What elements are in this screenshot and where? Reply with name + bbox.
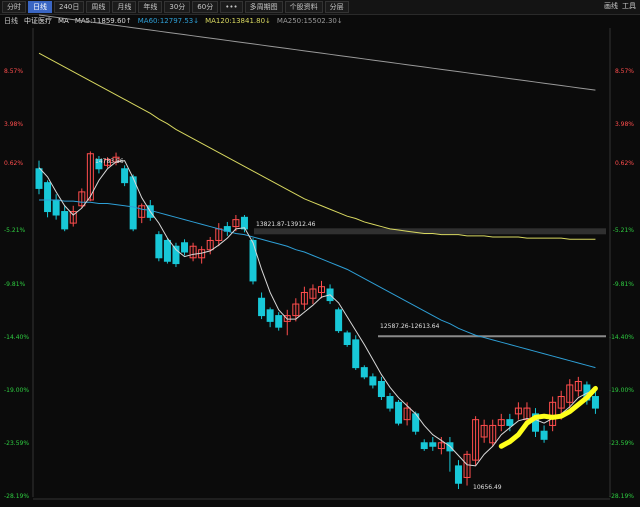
candle-body-17: [181, 242, 189, 253]
highlight-trend-line: [498, 385, 598, 449]
candle-body-41: [386, 396, 394, 409]
candle-body-40: [377, 381, 385, 398]
candle-body-25: [249, 239, 257, 282]
candle-body-37: [352, 339, 360, 369]
candle-body-59: [540, 430, 548, 440]
annotation-low: 10656.49: [473, 484, 502, 491]
annotation-zone1: 13821.87-13912.46: [256, 221, 316, 228]
candle-body-46: [429, 442, 437, 447]
candle-body-49: [454, 465, 462, 484]
candle-body-35: [335, 309, 343, 332]
annotation-zone2: 12587.26-12613.64: [380, 323, 440, 330]
candle-body-11: [129, 176, 137, 230]
candle-body-28: [275, 315, 283, 328]
candle-body-36: [343, 332, 351, 346]
candle-body-15: [163, 239, 171, 262]
candle-body-2: [52, 199, 60, 216]
candle-body-14: [155, 234, 163, 259]
candle-body-16: [172, 245, 180, 265]
candle-body-24: [240, 216, 248, 230]
candle-body-65: [591, 396, 599, 409]
candle-body-45: [420, 442, 428, 450]
candle-body-1: [44, 182, 52, 213]
annotation-high: 14783.56: [95, 158, 124, 165]
ma60-line: [39, 199, 596, 369]
candle-body-26: [258, 297, 266, 317]
candle-body-3: [61, 211, 69, 230]
candle-body-10: [121, 168, 129, 184]
candle-body-38: [360, 367, 368, 378]
candlestick-chart[interactable]: 14783.56 10656.49 13821.87-13912.46 12587.2…: [0, 0, 640, 507]
candle-body-42: [395, 401, 403, 424]
candle-body-55: [506, 419, 514, 426]
ma250-line: [38, 14, 596, 91]
resistance-zone-2: [378, 335, 606, 338]
ma120-line: [38, 52, 596, 240]
candle-body-0: [35, 168, 43, 189]
candle-body-27: [266, 309, 274, 322]
candle-body-39: [369, 376, 377, 386]
